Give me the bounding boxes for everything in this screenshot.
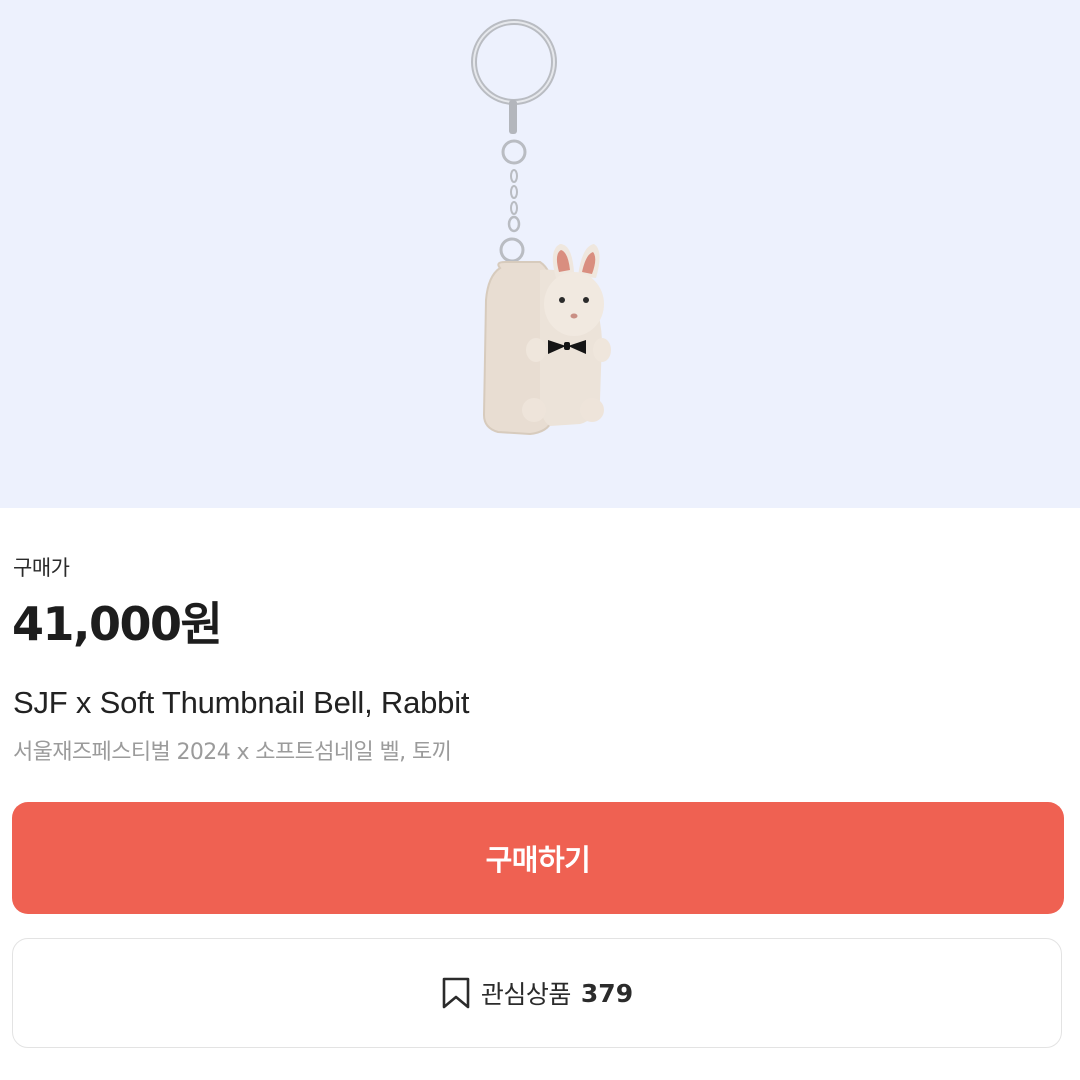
product-page: 구매가 41,000원 SJF x Soft Thumbnail Bell, R… (0, 0, 1080, 1080)
product-image[interactable] (0, 0, 1080, 508)
wishlist-count: 379 (580, 978, 634, 1008)
buy-button[interactable]: 구매하기 (12, 802, 1064, 914)
rabbit-keyring-illustration (471, 19, 611, 436)
bookmark-icon (441, 977, 471, 1009)
price-value: 41,000원 (12, 597, 223, 651)
product-title: SJF x Soft Thumbnail Bell, Rabbit (13, 685, 470, 720)
wishlist-label: 관심상품 (480, 980, 572, 1009)
product-subtitle: 서울재즈페스티벌 2024 x 소프트섬네일 벨, 토끼 (13, 740, 452, 765)
price-label: 구매가 (13, 556, 70, 580)
buy-button-label: 구매하기 (485, 843, 591, 877)
wishlist-button[interactable]: 관심상품 379 (12, 938, 1062, 1048)
